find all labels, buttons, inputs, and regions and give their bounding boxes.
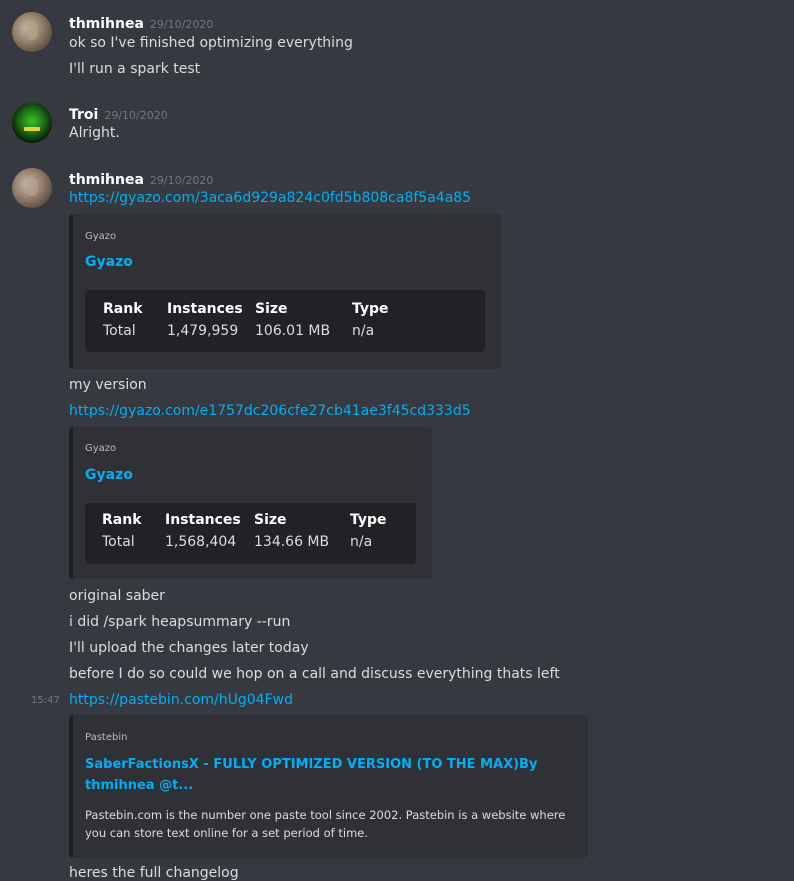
message-header: thmihnea 29/10/2020 (69, 13, 213, 32)
column-header: Type (350, 512, 387, 528)
cell-value: 134.66 MB (254, 534, 330, 550)
timestamp: 29/10/2020 (149, 174, 214, 187)
column-header: Instances (167, 301, 243, 317)
embed-description-line: Pastebin.com is the number one paste too… (85, 808, 566, 822)
embed-provider[interactable]: Gyazo (85, 231, 116, 242)
message-text: ok so I've finished optimizing everythin… (69, 35, 353, 51)
message-link[interactable]: https://gyazo.com/e1757dc206cfe27cb41ae3… (69, 403, 471, 419)
embed-title[interactable]: SaberFactionsX - FULLY OPTIMIZED VERSION… (85, 754, 555, 796)
column-header: Rank (102, 512, 142, 528)
username[interactable]: thmihnea (69, 172, 144, 188)
column-header: Size (254, 512, 287, 528)
embed-title-line: SaberFactionsX - FULLY OPTIMIZED VERSION… (85, 757, 538, 772)
hover-timestamp: 15:47 (31, 695, 60, 706)
message-header: thmihnea 29/10/2020 (69, 169, 213, 188)
timestamp: 29/10/2020 (104, 109, 168, 122)
link-embed: Pastebin SaberFactionsX - FULLY OPTIMIZE… (69, 715, 588, 858)
message-link[interactable]: https://pastebin.com/hUg04Fwd (69, 692, 293, 708)
column-header: Size (255, 301, 288, 317)
message-text: Alright. (69, 125, 120, 141)
cell-value: 1,568,404 (165, 534, 237, 550)
cell-value: 1,479,959 (167, 323, 239, 339)
column-header: Rank (103, 301, 143, 317)
message-link[interactable]: https://gyazo.com/3aca6d929a824c0fd5b808… (69, 190, 471, 206)
link-embed: Gyazo Gyazo Rank Instances Size Type Tot… (69, 427, 432, 579)
cell-value: n/a (350, 534, 373, 550)
embed-image[interactable]: Rank Instances Size Type Total 1,479,959… (85, 290, 485, 352)
username[interactable]: Troi (69, 107, 98, 123)
embed-provider[interactable]: Pastebin (85, 732, 127, 743)
message-text: i did /spark heapsummary --run (69, 614, 291, 630)
embed-description-line: you can store text online for a set peri… (85, 826, 368, 840)
embed-title[interactable]: Gyazo (85, 254, 133, 270)
cell-value: Total (103, 323, 136, 339)
embed-provider[interactable]: Gyazo (85, 443, 116, 454)
message-text: before I do so could we hop on a call an… (69, 666, 560, 682)
embed-description: Pastebin.com is the number one paste too… (85, 806, 580, 842)
embed-image[interactable]: Rank Instances Size Type Total 1,568,404… (85, 503, 416, 564)
column-header: Type (352, 301, 389, 317)
message-text: original saber (69, 588, 165, 604)
link-embed: Gyazo Gyazo Rank Instances Size Type Tot… (69, 214, 502, 369)
avatar[interactable] (12, 103, 52, 143)
timestamp: 29/10/2020 (149, 18, 214, 31)
embed-title[interactable]: Gyazo (85, 467, 133, 483)
cell-value: Total (102, 534, 135, 550)
message-text: I'll run a spark test (69, 61, 201, 77)
column-header: Instances (165, 512, 241, 528)
username[interactable]: thmihnea (69, 16, 144, 32)
message-header: Troi 29/10/2020 (69, 104, 168, 123)
avatar[interactable] (12, 168, 52, 208)
cell-value: 106.01 MB (255, 323, 331, 339)
cell-value: n/a (352, 323, 375, 339)
message-text: my version (69, 377, 147, 393)
embed-title-line: thmihnea @t... (85, 778, 194, 793)
message-text: I'll upload the changes later today (69, 640, 309, 656)
avatar[interactable] (12, 12, 52, 52)
